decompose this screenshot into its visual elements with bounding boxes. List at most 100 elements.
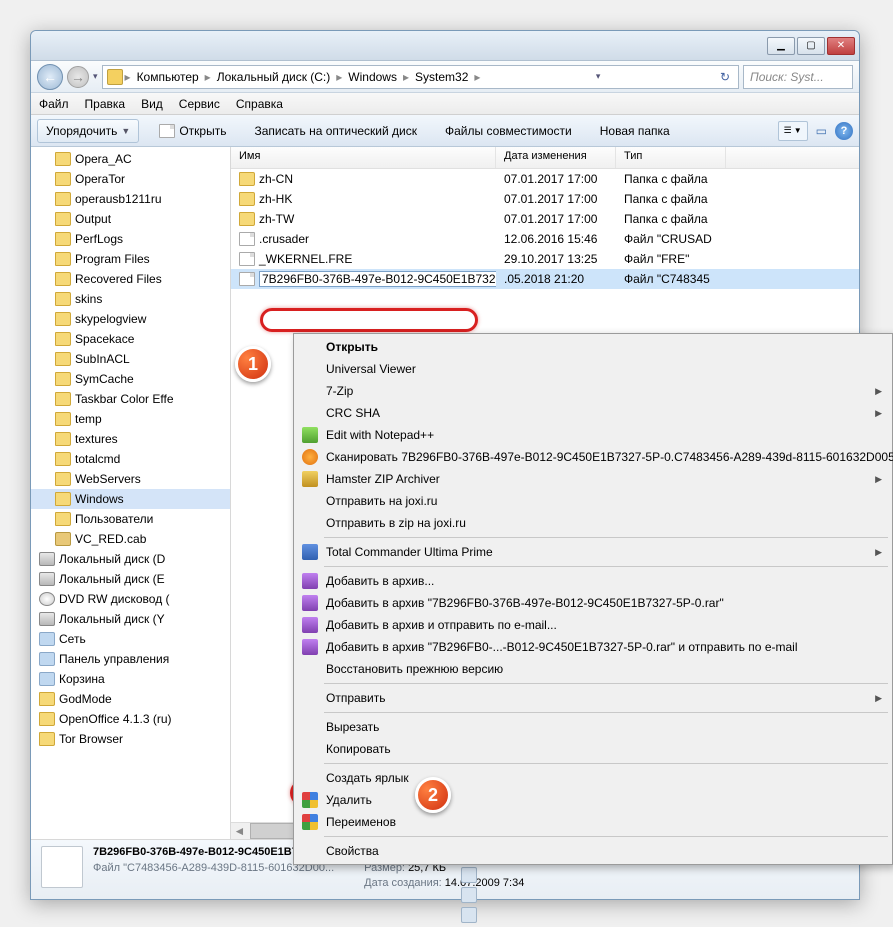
file-row[interactable]: zh-TW07.01.2017 17:00Папка с файла [231, 209, 859, 229]
col-type[interactable]: Тип [616, 147, 726, 168]
context-menu-item[interactable]: Вырезать [296, 716, 890, 738]
context-menu-item[interactable]: Переименов [296, 811, 890, 833]
tree-item[interactable]: Recovered Files [31, 269, 230, 289]
tree-item[interactable]: Windows [31, 489, 230, 509]
context-menu-item[interactable]: CRC SHA▶ [296, 402, 890, 424]
breadcrumb-item[interactable]: System32 [411, 70, 472, 84]
tree-item[interactable]: GodMode [31, 689, 230, 709]
tree-item[interactable]: skypelogview [31, 309, 230, 329]
context-menu-item[interactable]: Добавить в архив и отправить по e-mail..… [296, 614, 890, 636]
nav-history-dropdown[interactable]: ▾ [93, 71, 98, 82]
minimize-button[interactable]: ▁ [767, 37, 795, 55]
menu-file[interactable]: Файл [39, 97, 69, 111]
tree-item[interactable]: DVD RW дисковод ( [31, 589, 230, 609]
folder-icon [55, 372, 71, 386]
chevron-right-icon: ▸ [474, 70, 480, 84]
breadcrumb[interactable]: ▸ Компьютер ▸ Локальный диск (C:) ▸ Wind… [102, 65, 739, 89]
tree-item[interactable]: OperaTor [31, 169, 230, 189]
np-icon [302, 427, 318, 443]
context-menu-item[interactable]: Свойства [296, 840, 890, 862]
tree-item[interactable]: Локальный диск (D [31, 549, 230, 569]
file-row[interactable]: 7B296FB0-376B-497e-B012-9C450E1B732....0… [231, 269, 859, 289]
file-row[interactable]: _WKERNEL.FRE29.10.2017 13:25Файл "FRE" [231, 249, 859, 269]
rar-icon [302, 573, 318, 589]
tree-item[interactable]: Панель управления [31, 649, 230, 669]
file-row[interactable]: zh-HK07.01.2017 17:00Папка с файла [231, 189, 859, 209]
context-menu-item[interactable]: Копировать [296, 738, 890, 760]
open-button[interactable]: Открыть [151, 120, 234, 142]
tree-item[interactable]: Tor Browser [31, 729, 230, 749]
maximize-button[interactable]: ▢ [797, 37, 825, 55]
back-button[interactable]: ← [37, 64, 63, 90]
tree-item[interactable]: Spacekace [31, 329, 230, 349]
context-menu-item[interactable]: Отправить на joxi.ru [296, 490, 890, 512]
help-button[interactable]: ? [835, 122, 853, 140]
col-name[interactable]: Имя [231, 147, 496, 168]
tree-item[interactable]: textures [31, 429, 230, 449]
view-mode-button[interactable]: ☰▼ [778, 121, 808, 141]
tree-item[interactable]: Пользователи [31, 509, 230, 529]
menu-item-label: Создать ярлык [326, 771, 409, 785]
context-menu-item[interactable]: Добавить в архив... [296, 570, 890, 592]
tree-item[interactable]: Сеть [31, 629, 230, 649]
folder-tree[interactable]: Opera_ACOperaToroperausb1211ruOutputPerf… [31, 147, 231, 839]
menu-tools[interactable]: Сервис [179, 97, 220, 111]
context-menu-item[interactable]: Сканировать 7B296FB0-376B-497e-B012-9C45… [296, 446, 890, 468]
context-menu-item[interactable]: Отправить▶ [296, 687, 890, 709]
context-menu-item[interactable]: Hamster ZIP Archiver▶ [296, 468, 890, 490]
file-row[interactable]: .crusader12.06.2016 15:46Файл "CRUSAD [231, 229, 859, 249]
tree-item[interactable]: Output [31, 209, 230, 229]
file-type: Папка с файла [616, 192, 726, 206]
context-menu-item[interactable]: Добавить в архив "7B296FB0-376B-497e-B01… [296, 592, 890, 614]
refresh-button[interactable]: ↻ [716, 70, 734, 84]
burn-button[interactable]: Записать на оптический диск [246, 120, 425, 142]
menu-view[interactable]: Вид [141, 97, 163, 111]
context-menu-item[interactable]: Восстановить прежнюю версию [296, 658, 890, 680]
breadcrumb-dropdown[interactable]: ▾ [596, 71, 601, 82]
context-menu-item[interactable]: Отправить в zip на joxi.ru [296, 512, 890, 534]
tree-item[interactable]: PerfLogs [31, 229, 230, 249]
menu-item-label: Edit with Notepad++ [326, 428, 434, 442]
tree-item[interactable]: Program Files [31, 249, 230, 269]
tree-item[interactable]: Корзина [31, 669, 230, 689]
tree-item[interactable]: totalcmd [31, 449, 230, 469]
tree-item[interactable]: Локальный диск (Y [31, 609, 230, 629]
tree-item[interactable]: Taskbar Color Effe [31, 389, 230, 409]
tree-item[interactable]: WebServers [31, 469, 230, 489]
file-row[interactable]: zh-CN07.01.2017 17:00Папка с файла [231, 169, 859, 189]
context-menu-item[interactable]: Edit with Notepad++ [296, 424, 890, 446]
breadcrumb-item[interactable]: Windows [344, 70, 401, 84]
tree-item[interactable]: Opera_AC [31, 149, 230, 169]
scroll-left-button[interactable]: ◄ [231, 823, 248, 839]
file-thumbnail [41, 846, 83, 888]
context-menu-item[interactable]: Universal Viewer [296, 358, 890, 380]
menu-edit[interactable]: Правка [85, 97, 126, 111]
context-menu-item[interactable]: 7-Zip▶ [296, 380, 890, 402]
context-menu-item[interactable]: Открыть [296, 336, 890, 358]
tree-item[interactable]: SubInACL [31, 349, 230, 369]
tree-item[interactable]: VC_RED.cab [31, 529, 230, 549]
context-menu-item[interactable]: Удалить [296, 789, 890, 811]
tree-item[interactable]: SymCache [31, 369, 230, 389]
tree-item[interactable]: Локальный диск (E [31, 569, 230, 589]
context-menu-item[interactable]: Создать ярлык [296, 767, 890, 789]
menu-help[interactable]: Справка [236, 97, 283, 111]
organize-button[interactable]: Упорядочить▼ [37, 119, 139, 143]
tree-item[interactable]: skins [31, 289, 230, 309]
breadcrumb-item[interactable]: Компьютер [133, 70, 203, 84]
context-menu-item[interactable]: Total Commander Ultima Prime▶ [296, 541, 890, 563]
preview-pane-button[interactable]: ▭ [816, 124, 827, 138]
tree-item[interactable]: temp [31, 409, 230, 429]
tree-item[interactable]: operausb1211ru [31, 189, 230, 209]
tree-item[interactable]: OpenOffice 4.1.3 (ru) [31, 709, 230, 729]
context-menu-item[interactable]: Добавить в архив "7B296FB0-...-B012-9C45… [296, 636, 890, 658]
folder-icon [55, 252, 71, 266]
forward-button[interactable]: → [67, 66, 89, 88]
compat-button[interactable]: Файлы совместимости [437, 120, 580, 142]
close-button[interactable]: ✕ [827, 37, 855, 55]
search-input[interactable]: Поиск: Syst... [743, 65, 853, 89]
newfolder-button[interactable]: Новая папка [592, 120, 678, 142]
col-date[interactable]: Дата изменения [496, 147, 616, 168]
breadcrumb-item[interactable]: Локальный диск (C:) [213, 70, 335, 84]
folder-icon [55, 292, 71, 306]
